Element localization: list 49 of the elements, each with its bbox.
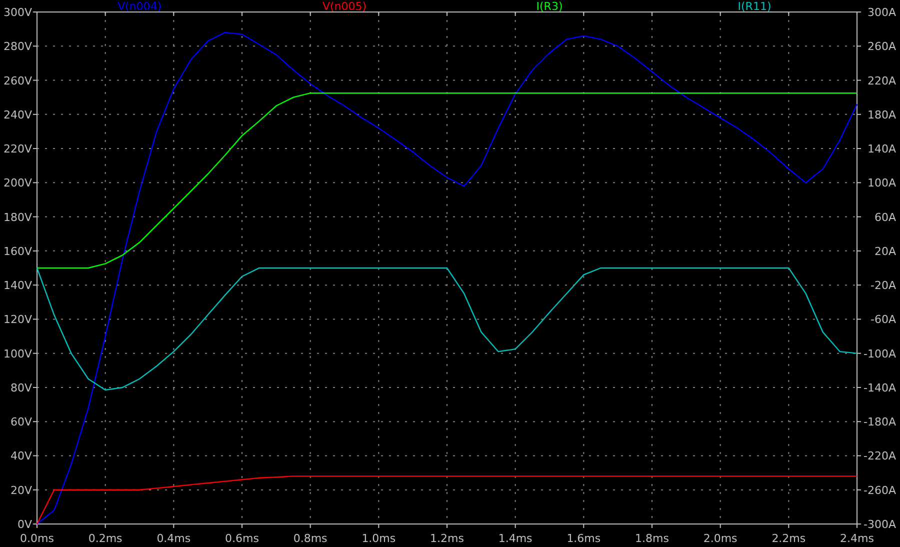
axis-label: -140A bbox=[864, 381, 896, 394]
axis-label: 200V bbox=[3, 176, 32, 190]
axis-label: -20A bbox=[870, 279, 896, 292]
axis-label: 60V bbox=[10, 416, 32, 429]
axis-label: 80V bbox=[10, 381, 32, 394]
axis-label: 20V bbox=[10, 484, 32, 497]
axis-label: -220A bbox=[864, 450, 896, 463]
axis-label: 120V bbox=[3, 313, 32, 326]
axis-label: 2.2ms bbox=[772, 532, 806, 545]
axis-label: -300A bbox=[864, 518, 896, 531]
trace-title: I(R11) bbox=[738, 0, 772, 13]
axis-label: -260A bbox=[864, 484, 896, 497]
axis-label: 260V bbox=[3, 74, 32, 88]
axis-label: 0.8ms bbox=[293, 532, 328, 545]
trace-title: V(n004) bbox=[117, 0, 162, 13]
axis-label: 300A bbox=[867, 6, 896, 19]
axis-label: -180A bbox=[864, 416, 896, 429]
axis-label: 1.6ms bbox=[566, 532, 601, 545]
axis-label: 0.6ms bbox=[225, 532, 259, 545]
axis-label: 100A bbox=[867, 176, 896, 190]
axis-label: 220A bbox=[867, 74, 896, 88]
axis-label: 0V bbox=[17, 518, 32, 531]
axis-label: 0.0ms bbox=[20, 532, 54, 545]
axis-label: 260A bbox=[867, 40, 896, 54]
axis-label: 140A bbox=[867, 142, 896, 156]
axis-label: 160V bbox=[3, 244, 32, 258]
axis-label: 1.8ms bbox=[635, 532, 669, 545]
axis-label: 60A bbox=[874, 210, 896, 224]
axis-label: 40V bbox=[10, 450, 32, 463]
trace-title: I(R3) bbox=[536, 0, 563, 13]
axis-label: 2.4ms bbox=[840, 532, 874, 545]
axis-label: 100V bbox=[3, 347, 32, 360]
axis-label: 280V bbox=[3, 40, 32, 54]
axis-label: 1.0ms bbox=[362, 532, 396, 545]
axis-label: 1.2ms bbox=[430, 532, 464, 545]
axis-label: 180V bbox=[3, 210, 32, 224]
axis-label: -100A bbox=[864, 347, 896, 360]
axis-label: 220V bbox=[3, 142, 32, 156]
axis-label: 140V bbox=[3, 279, 32, 292]
axis-label: 0.2ms bbox=[88, 532, 122, 545]
axis-label: 300V bbox=[3, 6, 32, 19]
axis-label: 240V bbox=[3, 108, 32, 122]
axis-label: 0.4ms bbox=[156, 532, 191, 545]
axis-label: 2.0ms bbox=[703, 532, 738, 545]
axis-label: 20A bbox=[874, 244, 896, 258]
axis-label: -60A bbox=[870, 313, 896, 326]
trace-title: V(n005) bbox=[322, 0, 367, 13]
axis-label: 1.4ms bbox=[498, 532, 532, 545]
axis-label: 180A bbox=[867, 108, 896, 122]
